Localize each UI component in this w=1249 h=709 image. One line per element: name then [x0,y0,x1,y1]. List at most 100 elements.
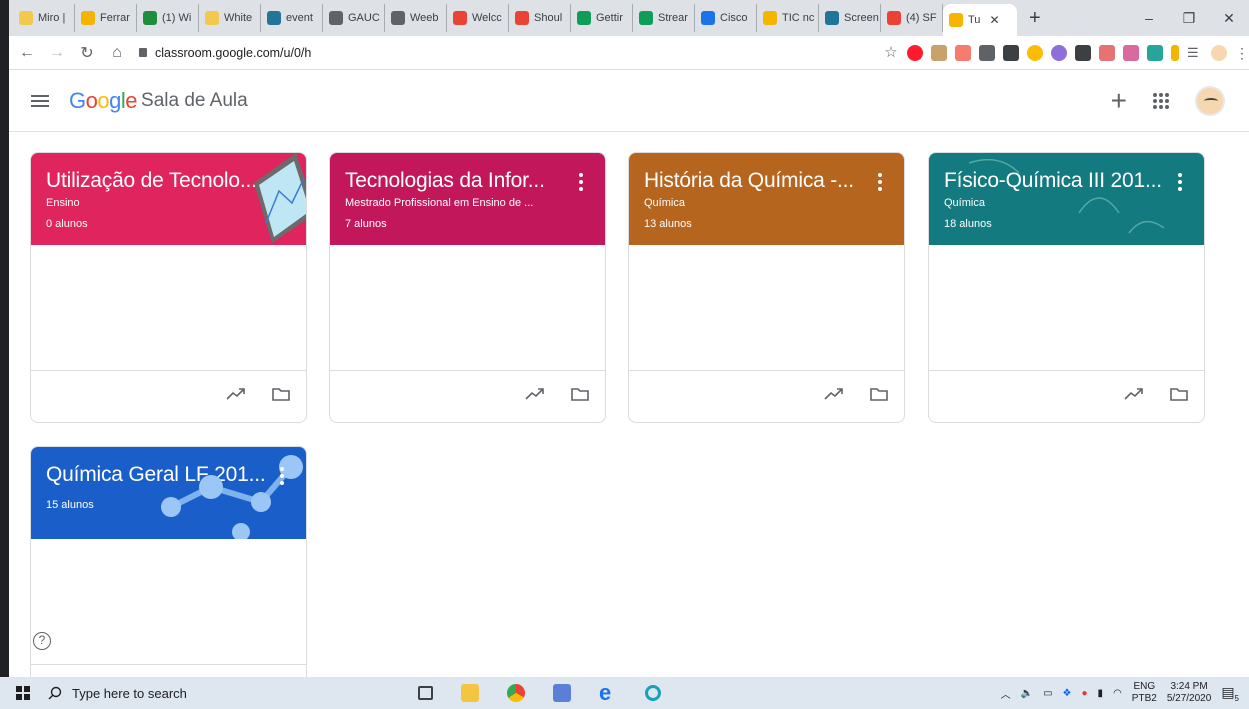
forward-icon[interactable]: → [45,44,69,62]
language-indicator[interactable]: ENG PTB2 [1132,681,1157,705]
more-options-icon[interactable] [1178,173,1182,191]
trending-icon[interactable] [1124,387,1144,401]
back-icon[interactable]: ← [15,44,39,62]
help-icon[interactable]: ? [33,632,51,650]
browser-tab[interactable]: Gettir [571,4,633,32]
more-icon[interactable]: ⋮ [1235,45,1249,61]
browser-tab[interactable]: Cisco [695,4,757,32]
course-card[interactable]: Química Geral LF 201... 15 alunos [30,446,307,709]
more-options-icon[interactable] [579,173,583,191]
more-options-icon[interactable] [878,173,882,191]
browser-tab[interactable]: event [261,4,323,32]
opera-icon[interactable] [907,45,923,61]
extension-icon[interactable] [955,45,971,61]
browser-tab[interactable]: Tu ✕ [943,4,1017,36]
browser-tab[interactable]: Screen [819,4,881,32]
browser-tab[interactable]: Miro | [13,4,75,32]
course-card-header[interactable]: Tecnologias da Infor... Mestrado Profissi… [330,153,605,245]
course-title[interactable]: Utilização de Tecnolo... [46,169,266,193]
cortana-icon[interactable] [645,685,661,701]
close-button[interactable]: ✕ [1209,10,1249,27]
favicon-icon [825,11,839,25]
network-icon[interactable]: ▭ [1043,688,1052,699]
new-tab-button[interactable]: + [1029,7,1041,30]
browser-tab[interactable]: Ferrar [75,4,137,32]
taskbar-search[interactable]: Type here to search [48,677,388,709]
extension-icon[interactable] [931,45,947,61]
course-card[interactable]: Utilização de Tecnolo... Ensino 0 alunos [30,152,307,423]
mic-icon[interactable]: ▮ [1098,688,1104,699]
course-title[interactable]: História da Química -... [644,169,864,193]
profile-icon[interactable] [1211,45,1227,61]
restore-button[interactable]: ❐ [1169,10,1209,27]
chrome-icon[interactable] [507,684,525,702]
course-card-header[interactable]: Utilização de Tecnolo... Ensino 0 alunos [31,153,306,245]
windows-start-icon[interactable] [16,686,30,700]
menu-icon[interactable] [31,94,49,107]
wifi-icon[interactable]: ◠ [1113,688,1122,699]
browser-tab[interactable]: Strear [633,4,695,32]
file-explorer-icon[interactable] [461,684,479,702]
extension-icon[interactable] [1075,45,1091,61]
menu-list-icon[interactable]: ☰ [1187,45,1203,61]
browser-tab[interactable]: White [199,4,261,32]
avatar[interactable] [1195,86,1225,116]
extension-icon[interactable] [979,45,995,61]
browser-tab[interactable]: Shoul [509,4,571,32]
browser-tab[interactable]: (1) Wi [137,4,199,32]
url-text[interactable]: classroom.google.com/u/0/h [155,46,311,60]
dropbox-icon[interactable]: ❖ [1063,688,1072,699]
app-tray-icon[interactable]: ● [1082,688,1088,699]
address-toolbar: ← → ↻ ⌂ classroom.google.com/u/0/h ☆ ☰ ⋮ [9,36,1249,70]
chevron-up-icon[interactable]: ︿ [1001,686,1011,701]
star-icon[interactable]: ☆ [883,45,899,61]
browser-tab[interactable]: TIC nc [757,4,819,32]
extension-icon[interactable] [1099,45,1115,61]
search-icon [48,686,62,700]
folder-icon[interactable] [571,387,589,401]
browser-tab[interactable]: (4) SF [881,4,943,32]
volume-icon[interactable]: 🔈 [1021,688,1033,699]
clock[interactable]: 3:24 PM 5/27/2020 [1167,681,1212,705]
course-card-header[interactable]: História da Química -... Química 13 alunos [629,153,904,245]
trending-icon[interactable] [525,387,545,401]
course-card-header[interactable]: Química Geral LF 201... 15 alunos [31,447,306,539]
folder-icon[interactable] [1170,387,1188,401]
edge-icon[interactable]: e [599,682,617,704]
folder-icon[interactable] [272,387,290,401]
product-name[interactable]: Sala de Aula [141,90,248,112]
course-card-footer [330,370,605,422]
trending-icon[interactable] [824,387,844,401]
minimize-button[interactable]: – [1129,10,1169,26]
folder-icon[interactable] [870,387,888,401]
download-icon[interactable] [1171,45,1179,61]
extension-icon[interactable] [1027,45,1043,61]
keyboard-layout: PTB2 [1131,693,1157,704]
create-join-button[interactable]: + [1111,85,1127,117]
course-card-header[interactable]: Físico-Química III 201... Química 18 aluno… [929,153,1204,245]
trending-icon[interactable] [226,387,246,401]
extension-icon[interactable] [1003,45,1019,61]
extension-icon[interactable] [1051,45,1067,61]
tab-close-icon[interactable]: ✕ [989,13,999,27]
task-view-icon[interactable] [418,686,433,700]
tab-label: TIC nc [782,12,815,24]
home-icon[interactable]: ⌂ [105,44,129,62]
reload-icon[interactable]: ↻ [75,43,99,63]
app-icon[interactable] [553,684,571,702]
browser-tab[interactable]: Welcc [447,4,509,32]
notifications-icon[interactable]: ▤5 [1221,684,1239,703]
course-card[interactable]: História da Química -... Química 13 alunos [628,152,905,423]
course-card[interactable]: Tecnologias da Infor... Mestrado Profissi… [329,152,606,423]
extension-icon[interactable] [1123,45,1139,61]
omnibox[interactable]: classroom.google.com/u/0/h [139,46,759,60]
more-options-icon[interactable] [280,467,284,485]
browser-tab[interactable]: GAUC [323,4,385,32]
google-logo[interactable]: Google [69,88,138,114]
course-card[interactable]: Físico-Química III 201... Química 18 aluno… [928,152,1205,423]
course-title[interactable]: Tecnologias da Infor... [345,169,565,193]
favicon-icon [391,11,405,25]
browser-tab[interactable]: Weeb [385,4,447,32]
apps-grid-icon[interactable] [1153,93,1169,109]
extension-icon[interactable] [1147,45,1163,61]
